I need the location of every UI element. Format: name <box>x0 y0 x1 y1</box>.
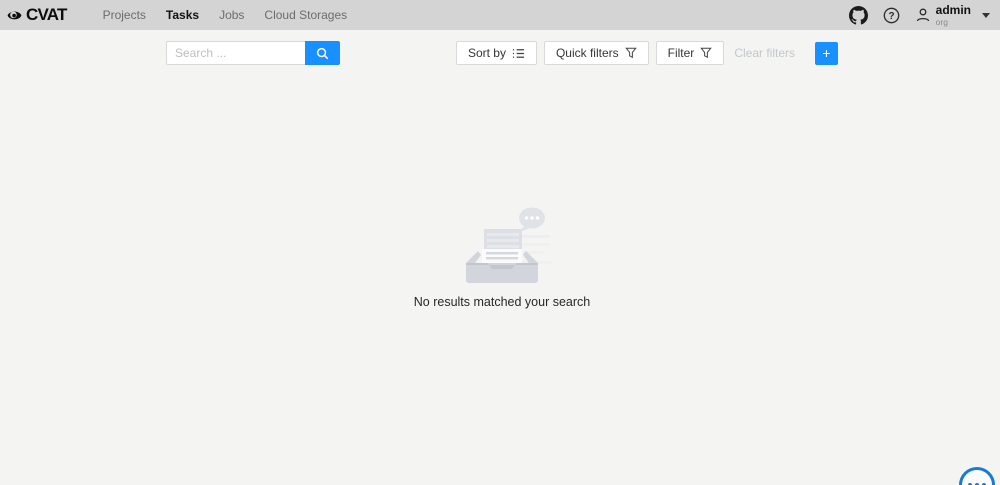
filter-button[interactable]: Filter <box>656 41 725 65</box>
clear-filters-link[interactable]: Clear filters <box>734 46 795 60</box>
svg-text:?: ? <box>888 10 894 21</box>
empty-inbox-illustration <box>450 205 554 287</box>
empty-state-message: No results matched your search <box>414 295 590 309</box>
user-texts: admin org <box>936 4 971 27</box>
add-task-button[interactable]: + <box>815 42 838 65</box>
funnel-icon <box>700 47 712 59</box>
user-menu[interactable]: admin org <box>915 4 990 27</box>
navbar-right: ? admin org <box>849 4 990 27</box>
top-navbar: CVAT Projects Tasks Jobs Cloud Storages … <box>0 0 1000 30</box>
nav-link-jobs[interactable]: Jobs <box>209 0 254 30</box>
user-name: admin <box>936 4 971 16</box>
nav-link-tasks[interactable]: Tasks <box>156 0 209 30</box>
cvat-eye-icon <box>6 7 23 24</box>
github-icon[interactable] <box>849 6 868 25</box>
funnel-icon <box>625 47 637 59</box>
user-icon <box>915 7 931 23</box>
main-nav: Projects Tasks Jobs Cloud Storages <box>93 0 358 30</box>
quick-filters-label: Quick filters <box>556 46 619 60</box>
user-org: org <box>936 18 971 27</box>
search-input[interactable] <box>166 41 305 65</box>
logo-text: CVAT <box>26 5 67 25</box>
filter-group: Sort by Quick filters Filter <box>456 41 838 65</box>
empty-state: No results matched your search <box>166 205 838 309</box>
sort-by-label: Sort by <box>468 46 506 60</box>
sort-list-icon <box>512 47 525 60</box>
caret-down-icon <box>982 13 990 18</box>
nav-link-cloud-storages[interactable]: Cloud Storages <box>254 0 357 30</box>
chat-widget-button[interactable] <box>959 467 995 485</box>
search-group <box>166 41 340 65</box>
filter-label: Filter <box>668 46 695 60</box>
sort-by-button[interactable]: Sort by <box>456 41 537 65</box>
quick-filters-button[interactable]: Quick filters <box>544 41 649 65</box>
plus-icon: + <box>822 46 830 60</box>
cvat-logo[interactable]: CVAT <box>6 5 67 25</box>
search-button[interactable] <box>305 41 340 65</box>
search-icon <box>316 47 329 60</box>
help-icon[interactable]: ? <box>883 7 900 24</box>
tasks-toolbar: Sort by Quick filters Filter <box>166 41 838 65</box>
nav-link-projects[interactable]: Projects <box>93 0 156 30</box>
